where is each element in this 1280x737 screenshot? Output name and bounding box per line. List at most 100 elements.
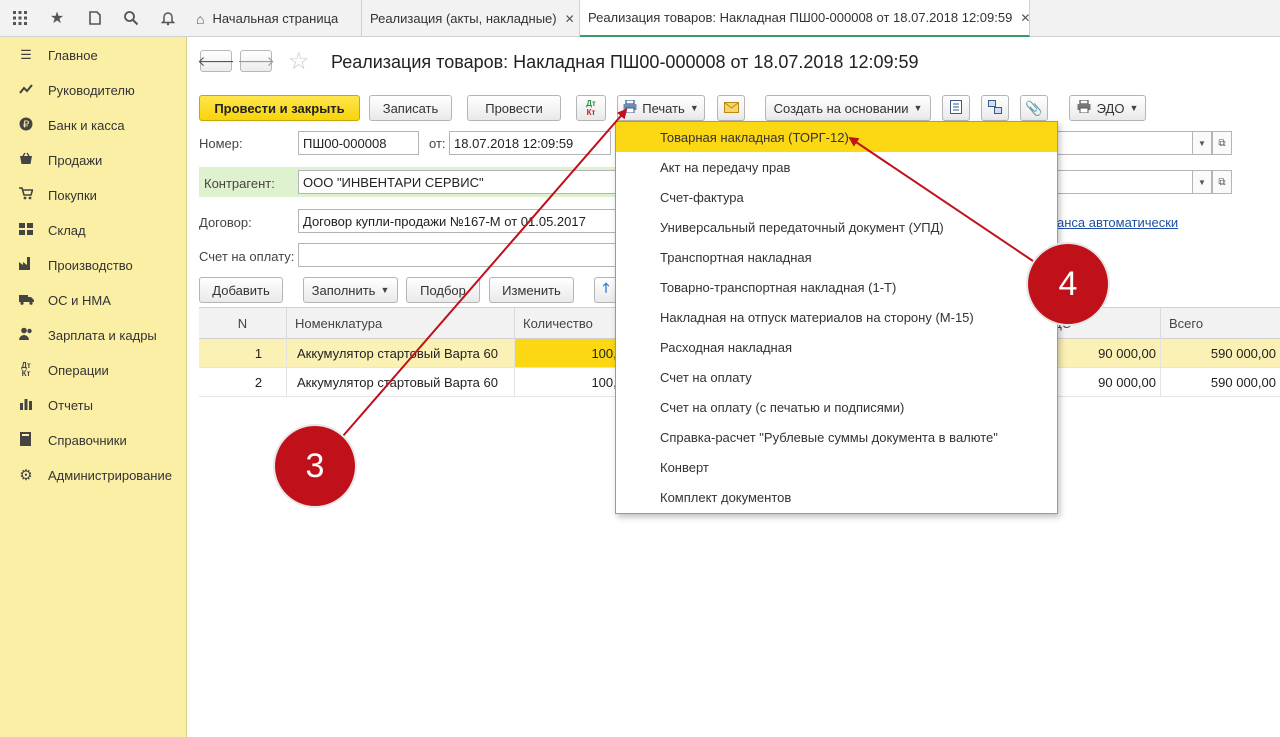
- arrow-left-icon: 🡐: [197, 52, 235, 69]
- tab-sales-document[interactable]: Реализация товаров: Накладная ПШ00-00000…: [580, 0, 1030, 37]
- counterparty-field[interactable]: ООО "ИНВЕНТАРИ СЕРВИС": [298, 170, 618, 194]
- star-icon[interactable]: ★: [45, 7, 69, 29]
- date-field[interactable]: 18.07.2018 12:09:59: [449, 131, 611, 155]
- print-menu-item-transport-waybill[interactable]: Транспортная накладная: [616, 242, 1057, 272]
- arrow-up-icon: 🡑: [602, 280, 610, 295]
- page-title: Реализация товаров: Накладная ПШ00-00000…: [331, 52, 919, 72]
- advance-offset-link[interactable]: анса автоматически: [1057, 215, 1178, 230]
- organization-open-button[interactable]: ⧉: [1212, 131, 1232, 155]
- ruble-icon: ₽: [18, 117, 34, 134]
- back-button[interactable]: 🡐: [197, 50, 235, 72]
- column-header-quantity[interactable]: Количество: [515, 308, 629, 339]
- bell-icon[interactable]: [156, 7, 180, 29]
- chevron-down-icon: ▼: [380, 285, 390, 295]
- search-icon[interactable]: [119, 7, 143, 29]
- counterparty-label: Контрагент:: [204, 176, 275, 191]
- sidebar-item-sales[interactable]: Продажи: [0, 145, 187, 175]
- print-menu-item-payment-invoice-signed[interactable]: Счет на оплату (с печатью и подписями): [616, 392, 1057, 422]
- counterparty-open-button[interactable]: ⧉: [1212, 170, 1232, 194]
- cell-quantity[interactable]: 100,0: [515, 339, 629, 367]
- printer-icon: [623, 99, 637, 116]
- edo-label: ЭДО: [1096, 100, 1125, 116]
- counterparty-dropdown-button[interactable]: ▼: [1192, 170, 1212, 194]
- print-menu-item-m15[interactable]: Накладная на отпуск материалов на сторон…: [616, 302, 1057, 332]
- print-menu-item-ruble-sums[interactable]: Справка-расчет "Рублевые суммы документа…: [616, 422, 1057, 452]
- fill-button-label: Заполнить: [311, 282, 376, 298]
- edo-button[interactable]: ЭДО ▼: [1069, 95, 1146, 121]
- document-list-button[interactable]: [942, 95, 970, 121]
- select-button[interactable]: Подбор: [406, 277, 480, 303]
- sidebar-item-operations[interactable]: Дт Кт Операции: [0, 355, 187, 385]
- factory-icon: [18, 257, 34, 273]
- sidebar-item-salary[interactable]: Зарплата и кадры: [0, 320, 187, 350]
- sidebar-item-fixed-assets[interactable]: ОС и НМА: [0, 285, 187, 315]
- print-button[interactable]: Печать ▼: [617, 95, 705, 121]
- attach-files-button[interactable]: 📎: [1020, 95, 1048, 121]
- sidebar-item-reports[interactable]: Отчеты: [0, 390, 187, 420]
- number-field[interactable]: ПШ00-000008: [298, 131, 419, 155]
- column-header-n[interactable]: N: [199, 308, 287, 339]
- sidebar-item-bank[interactable]: ₽ Банк и касса: [0, 110, 187, 140]
- organization-dropdown-button[interactable]: ▼: [1192, 131, 1212, 155]
- print-menu-item-torg12[interactable]: Товарная накладная (ТОРГ-12): [616, 122, 1057, 152]
- sidebar-item-admin[interactable]: ⚙ Администрирование: [0, 460, 187, 490]
- organization-field[interactable]: [1057, 131, 1197, 155]
- favorite-star-icon[interactable]: ☆: [288, 47, 310, 76]
- arrow-right-icon: 🡒: [237, 52, 275, 69]
- close-icon[interactable]: ✕: [565, 12, 575, 26]
- close-icon[interactable]: ✕: [1020, 11, 1030, 25]
- warehouse-icon: [18, 222, 34, 238]
- create-based-on-label: Создать на основании: [773, 100, 909, 116]
- chevron-down-icon: ▼: [689, 103, 699, 113]
- print-menu-item-envelope[interactable]: Конверт: [616, 452, 1057, 482]
- top-bar: ★ ⌂ Начальная страница Реализация (акты,…: [0, 0, 1280, 37]
- save-button[interactable]: Записать: [369, 95, 452, 121]
- print-menu-item-upd[interactable]: Универсальный передаточный документ (УПД…: [616, 212, 1057, 242]
- tab-home[interactable]: ⌂ Начальная страница: [188, 0, 362, 37]
- cell-vat: 90 000,00: [1049, 339, 1161, 367]
- print-menu-item-1t[interactable]: Товарно-транспортная накладная (1-Т): [616, 272, 1057, 302]
- tab-sales-list[interactable]: Реализация (акты, накладные) ✕: [362, 0, 580, 37]
- sidebar-item-production[interactable]: Производство: [0, 250, 187, 280]
- tab-sales-document-label: Реализация товаров: Накладная ПШ00-00000…: [588, 10, 1013, 25]
- column-header-total[interactable]: Всего: [1161, 308, 1280, 339]
- callout-step-3: 3: [275, 426, 355, 506]
- contract-field[interactable]: Договор купли-продажи №167-М от 01.05.20…: [298, 209, 618, 233]
- fill-button[interactable]: Заполнить ▼: [303, 277, 398, 303]
- send-email-button[interactable]: [717, 95, 745, 121]
- post-and-close-button[interactable]: Провести и закрыть: [199, 95, 360, 121]
- print-menu-item-rights-transfer[interactable]: Акт на передачу прав: [616, 152, 1057, 182]
- callout-step-4: 4: [1028, 244, 1108, 324]
- history-icon[interactable]: [83, 7, 107, 29]
- sidebar-item-warehouse[interactable]: Склад: [0, 215, 187, 245]
- column-header-nomenclature[interactable]: Номенклатура: [287, 308, 515, 339]
- sidebar-item-label: Отчеты: [48, 397, 93, 413]
- change-button[interactable]: Изменить: [489, 277, 574, 303]
- sidebar-item-purchases[interactable]: Покупки: [0, 180, 187, 210]
- contract-right-field[interactable]: [1057, 170, 1197, 194]
- print-menu-item-payment-invoice[interactable]: Счет на оплату: [616, 362, 1057, 392]
- sidebar-item-label: Банк и касса: [48, 117, 125, 133]
- sidebar: ☰ Главное Руководителю ₽ Банк и касса Пр…: [0, 37, 187, 737]
- print-menu-item-document-set[interactable]: Комплект документов: [616, 482, 1057, 512]
- invoice-label: Счет на оплату:: [199, 249, 295, 264]
- chevron-down-icon: ▼: [1129, 103, 1139, 113]
- print-menu-item-invoice[interactable]: Счет-фактура: [616, 182, 1057, 212]
- print-menu-item-expense-waybill[interactable]: Расходная накладная: [616, 332, 1057, 362]
- app-window: ★ ⌂ Начальная страница Реализация (акты,…: [0, 0, 1280, 737]
- create-based-on-button[interactable]: Создать на основании ▼: [765, 95, 931, 121]
- dt-kt-button[interactable]: Дт Кт: [576, 95, 606, 121]
- add-row-button[interactable]: Добавить: [199, 277, 283, 303]
- structure-button[interactable]: [981, 95, 1009, 121]
- forward-button[interactable]: 🡒: [237, 50, 275, 72]
- sidebar-item-directories[interactable]: Справочники: [0, 425, 187, 455]
- invoice-field[interactable]: [298, 243, 618, 267]
- post-button[interactable]: Провести: [467, 95, 561, 121]
- cell-quantity: 100,0: [515, 368, 629, 396]
- sidebar-item-label: Производство: [48, 257, 133, 273]
- apps-grid-icon[interactable]: [8, 7, 32, 29]
- hierarchy-icon: [988, 99, 1002, 117]
- sidebar-item-label: Главное: [48, 47, 98, 63]
- sidebar-item-main[interactable]: ☰ Главное: [0, 40, 187, 70]
- sidebar-item-manager[interactable]: Руководителю: [0, 75, 187, 105]
